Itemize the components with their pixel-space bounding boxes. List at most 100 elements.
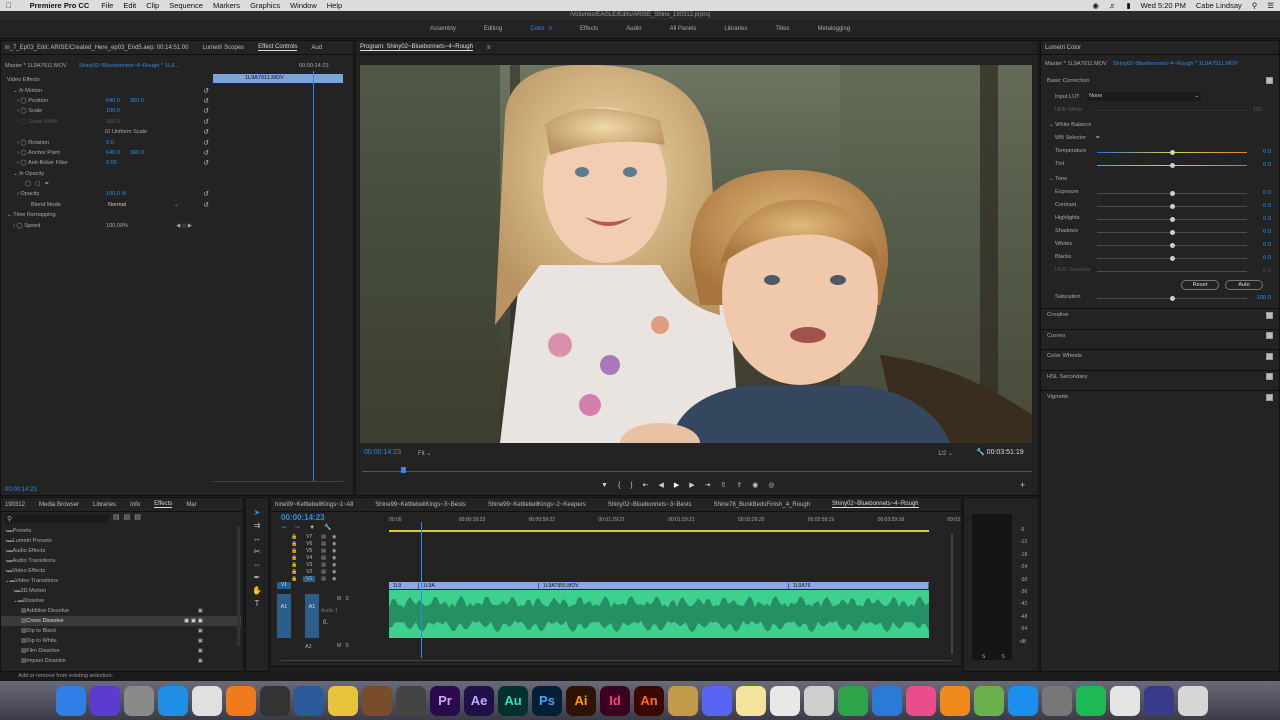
lumetri-section-color-wheels[interactable]: Color Wheels [1041,349,1279,362]
logic-icon[interactable] [328,685,358,716]
acrobat-icon[interactable] [1110,685,1140,716]
ec-tab-3[interactable]: Aud [311,45,322,51]
marker-add-icon[interactable]: ▼ [309,525,315,531]
mute-solo-buttons[interactable]: M S [337,596,349,602]
32bit-icon[interactable]: ▤ [124,513,131,521]
track-label[interactable]: V1 [303,575,316,582]
property-value[interactable]: 640.0 [106,150,130,156]
sync-icon[interactable]: ▤ [321,548,326,554]
section-checkbox[interactable] [1266,352,1273,360]
eyedropper-icon[interactable]: ✒ [1096,135,1101,141]
sequence-tab-5[interactable]: Shiny02~Bluebonnets~4~Rough [832,501,919,508]
lumetri-section-vignette[interactable]: Vignette [1041,390,1279,403]
program-scrubber[interactable] [362,471,1032,472]
track-label[interactable]: V5 [303,548,315,554]
eye-icon[interactable]: ◉ [332,562,336,568]
sync-icon[interactable]: ▤ [321,569,326,575]
effects-tree-item[interactable]: ▧ Additive Dissolve ▣ [1,606,241,616]
property-value[interactable]: 100.0 [106,108,130,114]
opacity-value-row[interactable]: › Opacity 100.0 % ↺ [3,189,209,199]
ec-timecode[interactable]: 00:00:14:23 [5,487,37,493]
white-balance-header[interactable]: ⌄ White Balance [1049,122,1091,128]
video-clip[interactable]: 1L9A [419,582,539,589]
program-playhead[interactable] [401,467,406,473]
auto-button[interactable]: Auto [1225,280,1263,290]
eye-icon[interactable]: ◉ [332,541,336,547]
premiere-icon[interactable]: Pr [430,685,460,716]
blacks-slider[interactable] [1097,256,1247,261]
calculator-icon[interactable] [804,685,834,716]
basic-correction-header[interactable]: Basic Correction [1041,74,1279,87]
stopwatch-icon[interactable]: › ◯ [17,108,28,114]
lock-icon[interactable]: 🔒 [291,562,297,568]
temperature-slider[interactable] [1097,150,1247,155]
workspace-tab-color[interactable]: Color [530,26,544,32]
effects-tab-0[interactable]: 190312 [5,502,25,508]
effects-tree-item[interactable]: ▧ Dip to White ▣ [1,636,241,646]
uniform-scale-checkbox[interactable]: ☑ [105,129,110,135]
stopwatch-icon[interactable]: › ◯ [17,119,28,125]
effects-tree-item[interactable]: ▧ Film Dissolve ▣ [1,646,241,656]
keyframe-nav-icon[interactable]: ◀ ◇ ▶ [176,223,192,229]
photo-app-icon[interactable] [260,685,290,716]
track-label[interactable]: V7 [303,534,315,540]
maps-icon[interactable] [974,685,1004,716]
spotify-icon[interactable] [1076,685,1106,716]
track-select-icon[interactable]: ⇉ [254,521,261,530]
audio-volume[interactable]: 0. [323,620,328,626]
shadows-value[interactable]: 0.0 [1263,229,1271,235]
meter-solo-button[interactable]: S [1001,654,1004,660]
effects-tree-item[interactable]: › ▬ Presets [1,526,241,536]
section-checkbox[interactable] [1266,332,1273,339]
exposure-knob[interactable] [1169,191,1175,196]
temperature-value[interactable]: 0.0 [1263,149,1271,155]
program-tab[interactable]: Program: Shiny02~Bluebonnets~4~Rough [360,44,473,51]
temperature-knob[interactable] [1169,150,1175,155]
audio-clip[interactable] [389,590,929,638]
reset-button[interactable]: Reset [1181,280,1219,290]
property-value[interactable]: 640.0 [106,98,130,104]
tint-knob[interactable] [1169,163,1175,168]
apple-icon[interactable]:  [6,1,12,10]
basic-correction-checkbox[interactable] [1266,77,1273,84]
safari-icon[interactable] [158,685,188,716]
play-icon[interactable]: ▶ [674,481,679,489]
effects-tree-item[interactable]: ⌄ ▬ Dissolve [1,596,241,606]
section-checkbox[interactable] [1266,393,1273,401]
lumetri-section-creative[interactable]: Creative [1041,308,1279,321]
mark-out-icon[interactable]: } [630,482,632,489]
a1-source-patch[interactable]: A1 [277,594,291,638]
speed-row[interactable]: › ◯ Speed 100.00% ◀ ◇ ▶ [3,220,209,230]
reset-icon[interactable]: ↺ [203,201,209,209]
step-forward-icon[interactable]: ▶ [689,481,694,489]
reset-icon[interactable]: ↺ [203,97,209,105]
opacity-value[interactable]: 100.0 % [106,191,127,197]
pen-mask-icon[interactable]: ✒ [45,181,50,187]
property-row[interactable]: › ◯ Anti-flicker Filter 0.00 ↺ [3,158,209,168]
a1-track-target[interactable]: A1 [305,594,319,638]
eye-icon[interactable]: ◉ [332,576,336,582]
effects-tab-5[interactable]: Mar [186,502,196,508]
tone-header[interactable]: ⌄ Tone [1049,176,1067,182]
go-to-in-icon[interactable]: ⇤ [643,481,649,489]
stopwatch-icon[interactable]: › ◯ [17,98,28,104]
blacks-knob[interactable] [1169,256,1175,261]
property-row[interactable]: › ◯ Anchor Point 640.0 360.0 ↺ [3,148,209,158]
ec-playhead[interactable] [313,71,314,481]
after-effects-icon[interactable]: Ae [464,685,494,716]
workspace-tab-all-panels[interactable]: All Panels [670,26,697,32]
linked-icon[interactable]: ↪ [295,524,300,531]
workspace-tab-metalogging[interactable]: Metalogging [817,26,850,32]
speed-value[interactable]: 100.00% [106,223,128,229]
step-back-icon[interactable]: ◀ [659,481,664,489]
ec-tab-0[interactable]: in_7_Ep03_Edit: ARISE/Created_Here_ep03_… [5,45,188,51]
lumetri-section-curves[interactable]: Curves [1041,328,1279,342]
workspace-menu-icon[interactable]: ≡ [549,26,553,32]
reset-icon[interactable]: ↺ [203,118,209,126]
effects-tree-item[interactable]: › ▬ 3D Motion [1,586,241,596]
menu-item-edit[interactable]: Edit [123,1,136,10]
reset-icon[interactable]: ↺ [203,190,209,198]
stopwatch-icon[interactable]: › ◯ [17,140,28,146]
property-row[interactable]: ☑ Uniform Scale ↺ [3,127,209,137]
wrench-icon[interactable]: 🔧 [976,449,985,456]
